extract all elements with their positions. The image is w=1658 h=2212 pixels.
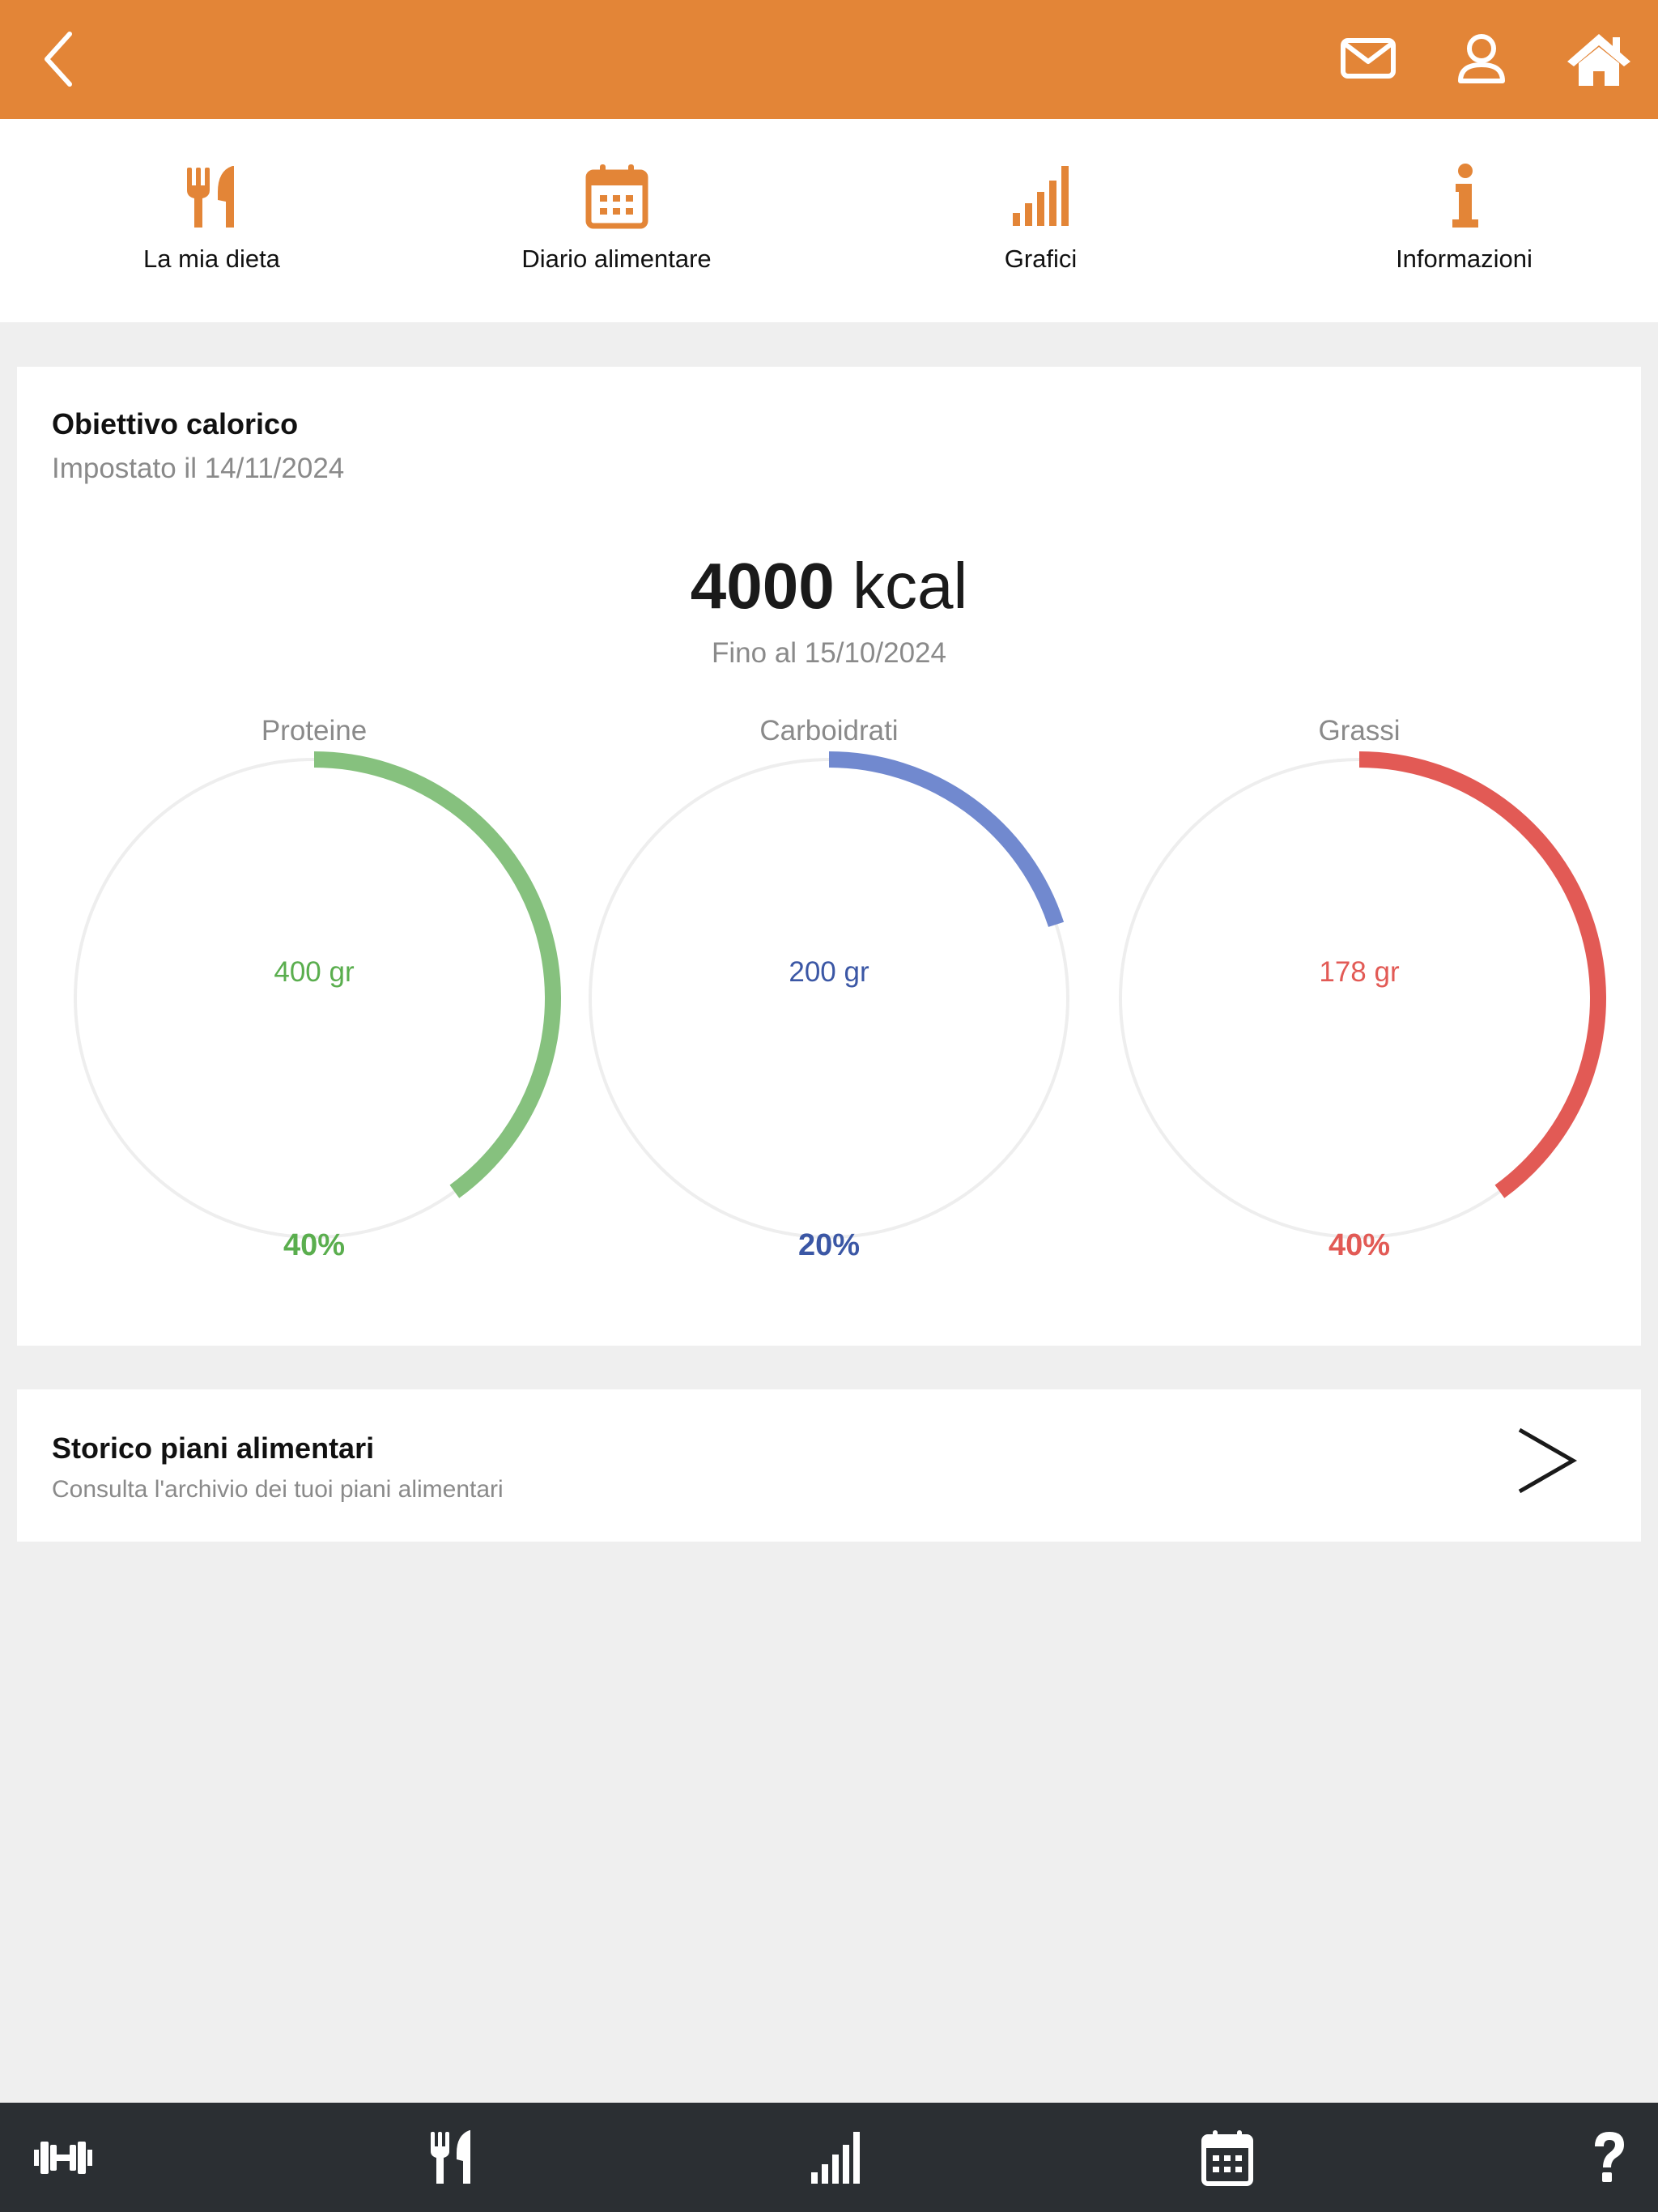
top-bar bbox=[0, 0, 1658, 119]
nav-item-label: Grafici bbox=[1004, 245, 1078, 273]
signal-bars-icon bbox=[1012, 166, 1069, 226]
back-button[interactable] bbox=[32, 24, 89, 94]
signal-bars-icon bbox=[811, 2132, 860, 2184]
tab-workout[interactable] bbox=[31, 2129, 96, 2187]
question-icon bbox=[1595, 2132, 1624, 2182]
info-icon bbox=[1452, 164, 1478, 228]
history-title: Storico piani alimentari bbox=[52, 1431, 375, 1465]
macro-percent: 40% bbox=[1328, 1228, 1391, 1262]
macro-grams: 178 gr bbox=[1319, 956, 1400, 988]
chevron-right-icon[interactable] bbox=[1505, 1420, 1586, 1501]
kcal-target: 4000 kcal bbox=[17, 549, 1641, 623]
macro-ring-chart bbox=[589, 751, 1069, 1239]
tab-help[interactable] bbox=[1577, 2129, 1642, 2187]
tab-diet[interactable] bbox=[419, 2129, 484, 2187]
nav-item-food-diary[interactable]: Diario alimentare bbox=[405, 119, 828, 322]
macro-ring-chart bbox=[1119, 751, 1606, 1239]
kcal-unit: kcal bbox=[852, 550, 968, 622]
envelope-icon bbox=[1341, 38, 1396, 79]
macro-ring-proteine: Proteine 400 gr 40% bbox=[55, 715, 573, 1290]
history-subtitle: Consulta l'archivio dei tuoi piani alime… bbox=[52, 1476, 504, 1503]
macro-ring-carboidrati: Carboidrati 200 gr 20% bbox=[570, 715, 1088, 1290]
profile-button[interactable] bbox=[1449, 28, 1514, 92]
set-date: Impostato il 14/11/2024 bbox=[52, 453, 345, 484]
messages-button[interactable] bbox=[1332, 29, 1405, 87]
nav-item-my-diet[interactable]: La mia dieta bbox=[0, 119, 423, 322]
fork-knife-icon bbox=[431, 2130, 470, 2184]
fork-knife-icon bbox=[186, 166, 234, 228]
macro-grams: 400 gr bbox=[274, 956, 355, 988]
macro-grams: 200 gr bbox=[789, 956, 869, 988]
user-icon bbox=[1458, 34, 1505, 83]
calorie-goal-card: Obiettivo calorico Impostato il 14/11/20… bbox=[17, 367, 1641, 1346]
calendar-icon bbox=[585, 164, 648, 229]
macro-name: Proteine bbox=[261, 715, 368, 747]
bottom-tab-bar bbox=[0, 2103, 1658, 2212]
nav-item-charts[interactable]: Grafici bbox=[829, 119, 1252, 322]
nav-item-label: Informazioni bbox=[1396, 245, 1533, 273]
valid-until: Fino al 15/10/2024 bbox=[712, 637, 946, 669]
macro-name: Grassi bbox=[1318, 715, 1401, 747]
macro-ring-grassi: Grassi 178 gr 40% bbox=[1100, 715, 1618, 1290]
kcal-value: 4000 bbox=[690, 550, 835, 622]
macro-ring-chart bbox=[74, 751, 561, 1239]
section-nav: La mia dieta Diario alimentare Grafici I… bbox=[0, 119, 1658, 322]
app-screen: La mia dieta Diario alimentare Grafici I… bbox=[0, 0, 1658, 2212]
nav-item-label: Diario alimentare bbox=[521, 245, 712, 273]
home-button[interactable] bbox=[1562, 28, 1635, 92]
macro-percent: 20% bbox=[797, 1228, 861, 1262]
ring-progress-arc bbox=[828, 751, 1065, 927]
tab-calendar[interactable] bbox=[1196, 2129, 1261, 2187]
chevron-left-icon bbox=[45, 32, 72, 87]
home-icon bbox=[1567, 34, 1630, 86]
nav-item-label: La mia dieta bbox=[143, 245, 280, 273]
tab-charts[interactable] bbox=[806, 2129, 871, 2187]
card-title: Obiettivo calorico bbox=[52, 407, 299, 440]
nav-item-info[interactable]: Informazioni bbox=[1252, 119, 1658, 322]
meal-plan-history-card[interactable]: Storico piani alimentari Consulta l'arch… bbox=[17, 1389, 1641, 1542]
calendar-icon bbox=[1201, 2130, 1253, 2186]
macro-percent: 40% bbox=[283, 1228, 346, 1262]
macro-name: Carboidrati bbox=[759, 715, 899, 747]
dumbbell-icon bbox=[34, 2142, 92, 2174]
